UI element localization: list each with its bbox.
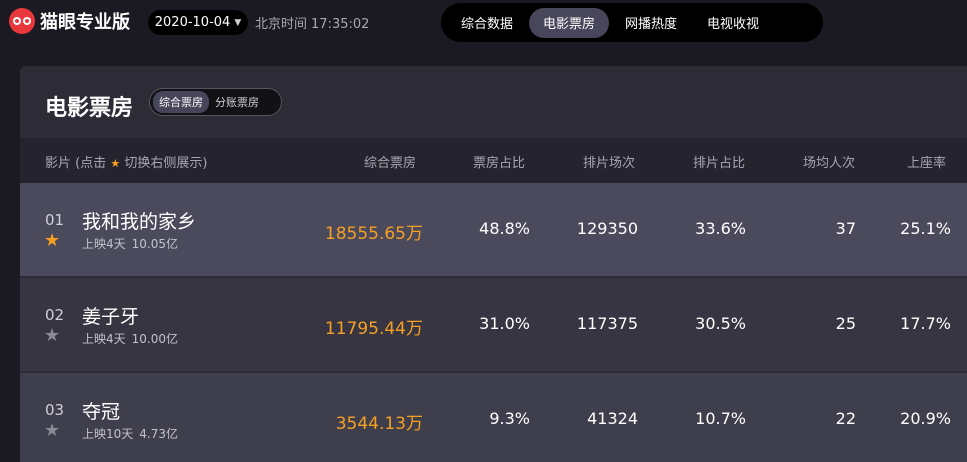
- panel-title: 电影票房: [45, 96, 134, 121]
- movie-release-info: 上映10天 4.73亿: [82, 427, 179, 441]
- top-bar: 猫眼专业版 2020-10-04 ▼ 北京时间 17:35:02 综合数据 电影票…: [0, 0, 967, 44]
- cell-avg-people: 25: [835, 314, 856, 333]
- date-value: 2020-10-04: [154, 15, 231, 30]
- panel-header: 电影票房 综合票房 分账票房: [20, 66, 967, 138]
- clock-time: 17:35:02: [311, 17, 370, 32]
- cell-box-share: 48.8%: [479, 219, 530, 238]
- table-row[interactable]: 02 ★ 姜子牙 上映4天 10.00亿 11795.44万 31.0% 1173…: [20, 278, 967, 371]
- cell-show-share: 33.6%: [695, 219, 746, 238]
- tab-overall-data[interactable]: 综合数据: [447, 8, 527, 38]
- movie-title: 我和我的家乡: [82, 211, 197, 233]
- beijing-clock: 北京时间 17:35:02: [255, 13, 373, 32]
- header-shows[interactable]: 排片场次: [583, 152, 635, 171]
- cell-box-share: 31.0%: [479, 314, 530, 333]
- clock-label: 北京时间: [255, 17, 308, 32]
- cell-shows: 117375: [576, 314, 638, 333]
- top-nav: 综合数据 电影票房 网播热度 电视收视: [441, 3, 823, 42]
- switch-split-box-office[interactable]: 分账票房: [209, 91, 265, 113]
- row-rank: 02: [45, 306, 65, 324]
- tab-movie-box-office[interactable]: 电影票房: [529, 7, 610, 38]
- tab-web-heat[interactable]: 网播热度: [611, 8, 691, 38]
- tab-tv-ratings[interactable]: 电视收视: [693, 8, 773, 38]
- table-row[interactable]: 01 ★ 我和我的家乡 上映4天 10.05亿 18555.65万 48.8% 1…: [20, 183, 967, 276]
- table-row[interactable]: 03 ★ 夺冠 上映10天 4.73亿 3544.13万 9.3% 41324 1…: [20, 373, 967, 462]
- star-icon[interactable]: ★: [44, 230, 60, 251]
- cell-box-office: 3544.13万: [335, 414, 423, 434]
- table-header: 影片 (点击 ★ 切换右侧展示) 综合票房 票房占比 排片场次 排片占比 场均人…: [20, 138, 967, 183]
- movie-release-info: 上映4天 10.05亿: [82, 237, 178, 251]
- row-rank: 01: [45, 211, 65, 229]
- cell-occupancy: 17.7%: [900, 314, 951, 333]
- movie-title: 夺冠: [82, 401, 121, 423]
- header-avg-people[interactable]: 场均人次: [803, 152, 855, 171]
- cell-box-office: 11795.44万: [324, 319, 423, 339]
- header-box-share[interactable]: 票房占比: [473, 152, 525, 171]
- star-icon[interactable]: ★: [44, 420, 60, 441]
- chevron-down-icon: ▼: [234, 17, 242, 28]
- cell-box-share: 9.3%: [489, 409, 530, 428]
- box-office-panel: 电影票房 综合票房 分账票房 影片 (点击 ★ 切换右侧展示) 综合票房 票房占…: [20, 66, 967, 462]
- cell-shows: 41324: [587, 409, 638, 428]
- header-film: 影片 (点击 ★ 切换右侧展示): [45, 156, 208, 171]
- cell-box-office: 18555.65万: [324, 224, 423, 244]
- cell-occupancy: 20.9%: [900, 409, 951, 428]
- switch-combined-box-office[interactable]: 综合票房: [153, 91, 209, 113]
- brand-name: 猫眼专业版: [40, 12, 130, 33]
- star-icon: ★: [110, 157, 121, 170]
- brand-logo[interactable]: 猫眼专业版: [9, 8, 130, 34]
- movie-release-info: 上映4天 10.00亿: [82, 332, 178, 346]
- header-occupancy[interactable]: 上座率: [907, 152, 946, 171]
- cell-shows: 129350: [576, 219, 638, 238]
- cat-eye-logo-icon: [9, 8, 35, 34]
- date-picker[interactable]: 2020-10-04 ▼: [148, 10, 248, 35]
- movie-title: 姜子牙: [82, 306, 140, 328]
- cell-avg-people: 22: [835, 409, 856, 428]
- cell-show-share: 10.7%: [695, 409, 746, 428]
- cell-show-share: 30.5%: [695, 314, 746, 333]
- row-rank: 03: [45, 401, 65, 419]
- cell-occupancy: 25.1%: [900, 219, 951, 238]
- box-office-type-switch: 综合票房 分账票房: [149, 88, 282, 116]
- star-icon[interactable]: ★: [44, 325, 60, 346]
- header-show-share[interactable]: 排片占比: [693, 152, 745, 171]
- cell-avg-people: 37: [835, 219, 856, 238]
- header-box-office[interactable]: 综合票房: [364, 152, 416, 171]
